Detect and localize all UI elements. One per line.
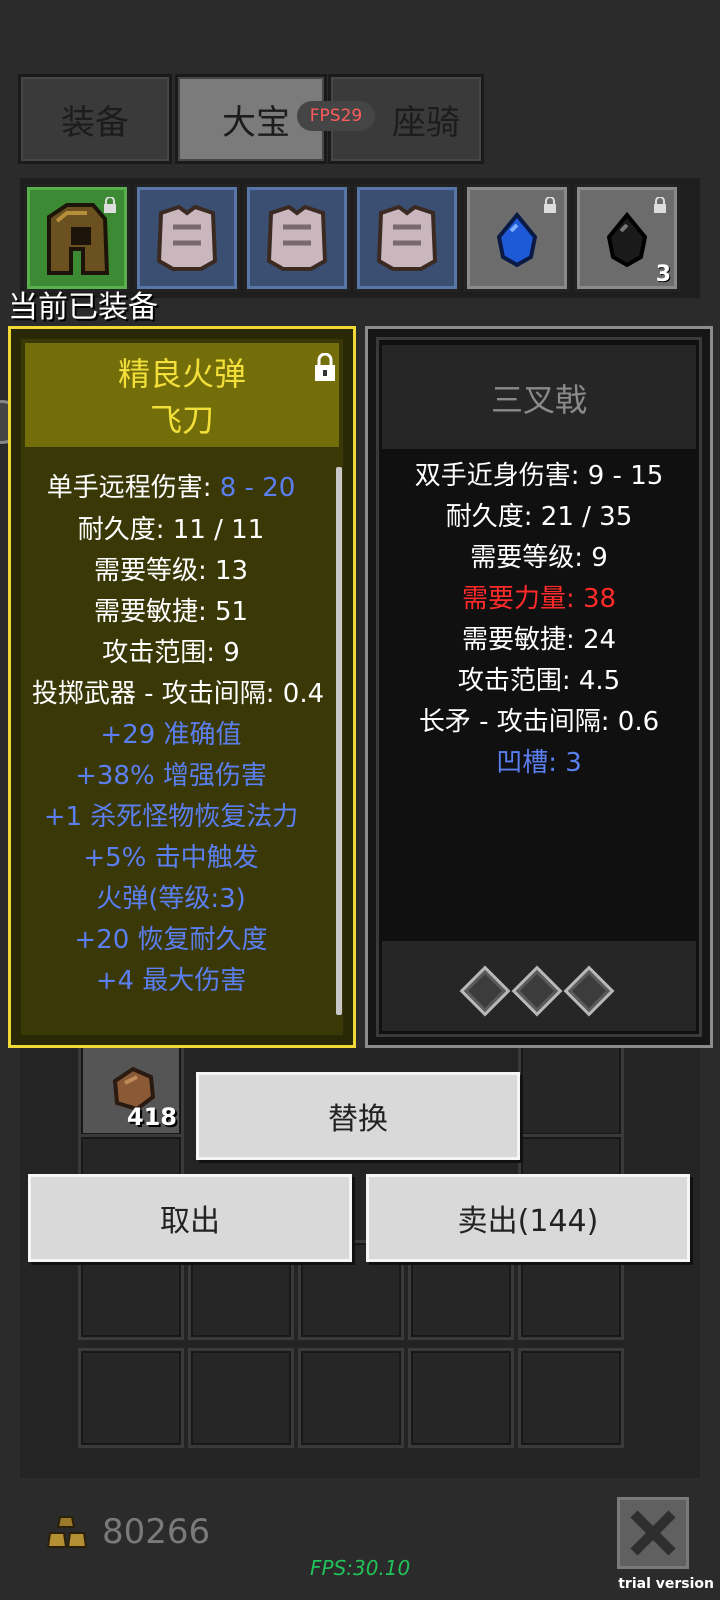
replace-button[interactable]: 替换	[196, 1072, 520, 1160]
lock-icon	[544, 197, 556, 213]
stat-line: 攻击范围: 9	[102, 638, 240, 668]
stat-line: 火弹(等级:3)	[96, 884, 246, 914]
armor-icon	[376, 204, 438, 271]
tab-label: 大宝	[222, 102, 290, 143]
gold-amount: 80266	[102, 1512, 211, 1552]
tab-equipment[interactable]: 装备	[18, 74, 172, 164]
button-label: 取出	[160, 1204, 220, 1239]
take-out-button[interactable]: 取出	[28, 1174, 352, 1262]
equipment-slot[interactable]	[464, 184, 570, 292]
button-label: 卖出(144)	[457, 1204, 599, 1239]
stat-line: +29 准确值	[100, 720, 242, 750]
item-name-line1: 精良火弹	[117, 355, 246, 393]
stat-line: +38% 增强伤害	[75, 761, 267, 791]
item-header: 精良火弹 飞刀	[25, 343, 339, 447]
fps-counter: FPS:30.10	[310, 1556, 411, 1580]
item-count: 418	[126, 1103, 177, 1131]
equipment-slot[interactable]	[244, 184, 350, 292]
equipment-slot[interactable]: 3	[574, 184, 680, 292]
inventory-cell[interactable]	[518, 1348, 624, 1448]
armor-icon	[156, 204, 218, 271]
trial-watermark: trial version	[618, 1576, 714, 1592]
inventory-cell[interactable]: 418	[78, 1038, 184, 1138]
equipment-slot[interactable]	[354, 184, 460, 292]
stat-line: +1 杀死怪物恢复法力	[43, 802, 299, 832]
inventory-cell[interactable]	[298, 1348, 404, 1448]
stat-line: 耐久度: 21 / 35	[445, 502, 633, 532]
inventory-cell[interactable]	[518, 1038, 624, 1138]
equipment-slot[interactable]	[134, 184, 240, 292]
inventory-cell[interactable]	[78, 1348, 184, 1448]
stat-line: +20 恢复耐久度	[74, 925, 268, 955]
button-label: 替换	[328, 1102, 388, 1137]
sell-button[interactable]: 卖出(144)	[366, 1174, 690, 1262]
equipment-slot-row: 3	[20, 178, 700, 298]
stat-line: 投掷武器 - 攻击间隔: 0.4	[31, 679, 325, 709]
stat-line: 需要力量: 38	[461, 584, 617, 614]
equipment-slot[interactable]	[24, 184, 130, 292]
compare-item-panel: 三叉戟 双手近身伤害: 9 - 15 耐久度: 21 / 35 需要等级: 9 …	[365, 326, 713, 1048]
item-header: 三叉戟	[382, 345, 696, 449]
stat-line: 凹槽: 3	[496, 748, 582, 778]
stat-line: 双手近身伤害: 9 - 15	[414, 461, 664, 491]
gold-icon	[46, 1516, 88, 1548]
stat-line: 攻击范围: 4.5	[457, 666, 621, 696]
fps-badge: FPS29	[297, 101, 375, 131]
tab-label: 装备	[61, 102, 129, 143]
stat-line: 需要等级: 13	[93, 556, 249, 586]
stat-line: 耐久度: 11 / 11	[77, 515, 265, 545]
item-name: 三叉戟	[490, 381, 587, 419]
stat-line: 需要等级: 9	[470, 543, 608, 573]
close-icon	[630, 1510, 676, 1556]
item-name-line2: 飞刀	[149, 401, 214, 439]
stat-line: +4 最大伤害	[95, 966, 247, 996]
close-button[interactable]	[617, 1497, 689, 1569]
stat-line: 需要敏捷: 24	[461, 625, 617, 655]
lock-icon	[315, 353, 335, 381]
stat-line: +5% 击中触发	[83, 843, 259, 873]
armor-icon	[266, 204, 328, 271]
stat-line: 单手远程伤害: 8 - 20	[46, 473, 296, 503]
equipped-item-panel: 精良火弹 飞刀 单手远程伤害: 8 - 20 耐久度: 11 / 11 需要等级…	[8, 326, 356, 1048]
slot-count: 3	[655, 262, 671, 287]
scrollbar[interactable]	[336, 467, 342, 1015]
inventory-cell[interactable]	[188, 1348, 294, 1448]
equipped-label: 当前已装备	[8, 290, 158, 325]
inventory-cell[interactable]	[408, 1348, 514, 1448]
stat-line: 需要敏捷: 51	[93, 597, 249, 627]
lock-icon	[654, 197, 666, 213]
lock-icon	[104, 197, 116, 213]
stat-line: 长矛 - 攻击间隔: 0.6	[418, 707, 660, 737]
